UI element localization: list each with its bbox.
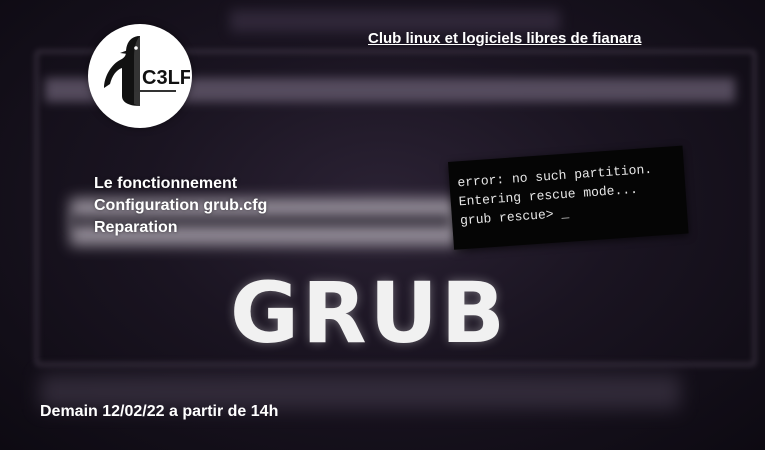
headline: GRUB bbox=[230, 264, 508, 362]
penguin-icon: C3LF bbox=[104, 36, 190, 106]
logo-text: C3LF bbox=[142, 67, 190, 89]
agenda-item: Le fonctionnement bbox=[94, 175, 238, 192]
club-title-link: Club linux et logiciels libres de fianar… bbox=[368, 30, 642, 47]
blurred-menu-bar bbox=[230, 10, 560, 32]
agenda-list: Le fonctionnement Configuration grub.cfg… bbox=[94, 173, 267, 239]
club-logo: C3LF bbox=[88, 24, 192, 128]
terminal-snippet: error: no such partition. Entering rescu… bbox=[448, 145, 689, 250]
agenda-item: Configuration grub.cfg bbox=[94, 197, 268, 214]
agenda-item: Reparation bbox=[94, 219, 178, 236]
poster: C3LF Club linux et logiciels libres de f… bbox=[0, 0, 765, 450]
event-date: Demain 12/02/22 a partir de 14h bbox=[40, 403, 279, 420]
